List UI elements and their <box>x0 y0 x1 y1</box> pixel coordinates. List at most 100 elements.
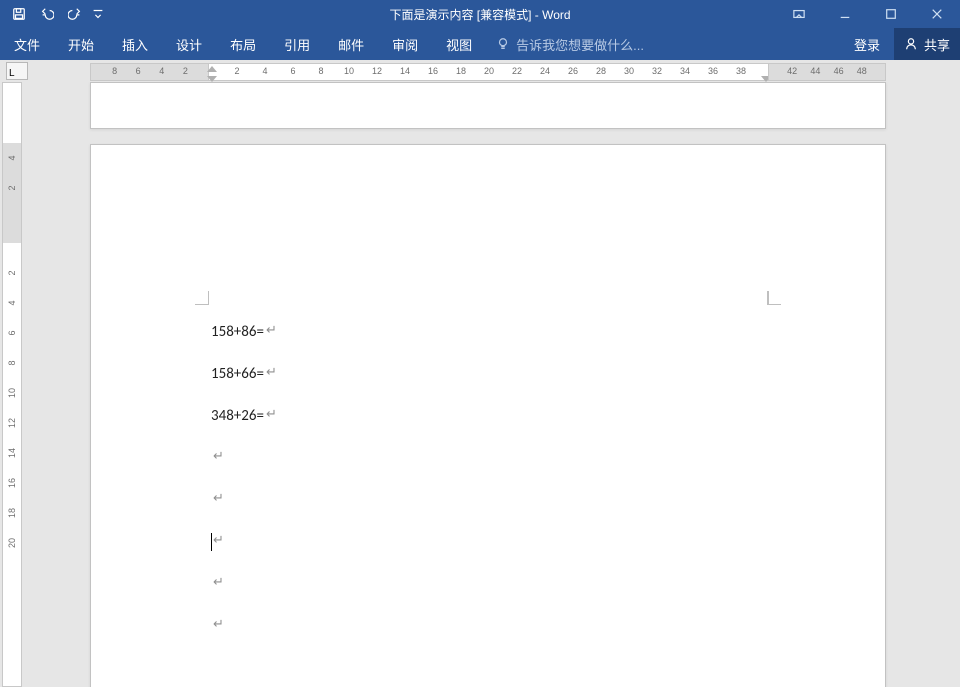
ruler-tick: 18 <box>454 66 468 76</box>
window-controls <box>776 0 960 28</box>
title-bar: 下面是演示内容 [兼容模式] - Word <box>0 0 960 28</box>
tell-me-placeholder: 告诉我您想要做什么... <box>516 35 644 54</box>
ruler-tick: 30 <box>622 66 636 76</box>
redo-button[interactable] <box>62 2 88 26</box>
ruler-tick: 16 <box>426 66 440 76</box>
person-icon <box>904 37 918 51</box>
ruler-tick: 4 <box>7 149 17 167</box>
ruler-tick: 4 <box>155 66 169 76</box>
line-text: 158+86= <box>211 323 264 341</box>
minimize-button[interactable] <box>822 0 868 28</box>
ruler-tick: 6 <box>286 66 300 76</box>
ruler-tick: 2 <box>178 66 192 76</box>
undo-button[interactable] <box>34 2 60 26</box>
margin-corner-top-right <box>767 285 787 305</box>
ribbon-tabs: 文件 开始 插入 设计 布局 引用 邮件 审阅 视图 告诉我您想要做什么... … <box>0 28 960 60</box>
document-line[interactable]: 348+26=↵ <box>211 407 277 449</box>
paragraph-mark-icon: ↵ <box>266 323 277 338</box>
ruler-tick: 2 <box>7 264 17 282</box>
ruler-tick: 12 <box>370 66 384 76</box>
ruler-tick: 42 <box>785 66 799 76</box>
maximize-button[interactable] <box>868 0 914 28</box>
sign-in-button[interactable]: 登录 <box>840 28 894 60</box>
ruler-tick: 20 <box>482 66 496 76</box>
horizontal-ruler-left-margin[interactable]: 8642 <box>90 63 210 81</box>
ruler-tick: 8 <box>314 66 328 76</box>
ruler-tick: 14 <box>7 444 17 462</box>
ruler-tick: 20 <box>7 534 17 552</box>
paragraph-mark-icon: ↵ <box>213 575 224 590</box>
tab-selector[interactable]: L <box>6 62 28 80</box>
margin-corner-top-left <box>189 285 209 305</box>
tab-file[interactable]: 文件 <box>0 28 54 60</box>
tell-me-search[interactable]: 告诉我您想要做什么... <box>486 28 654 60</box>
horizontal-ruler[interactable]: 2468101214161820222426283032343638 <box>208 63 770 81</box>
paragraph-mark-icon: ↵ <box>266 365 277 380</box>
ruler-tick: 2 <box>230 66 244 76</box>
paragraph-mark-icon: ↵ <box>213 491 224 506</box>
share-label: 共享 <box>924 35 950 54</box>
vertical-ruler[interactable]: 4 2 2 4 6 8 10 12 14 16 18 20 <box>2 82 22 687</box>
share-button[interactable]: 共享 <box>894 28 960 60</box>
first-line-indent-marker[interactable] <box>207 66 217 72</box>
text-cursor <box>211 533 212 551</box>
document-line[interactable]: ↵ <box>211 533 277 575</box>
ruler-tick: 6 <box>7 324 17 342</box>
ruler-tick: 14 <box>398 66 412 76</box>
document-body[interactable]: 158+86=↵158+66=↵348+26=↵↵↵↵↵↵ <box>211 323 277 659</box>
lightbulb-icon <box>496 37 510 51</box>
paragraph-mark-icon: ↵ <box>266 407 277 422</box>
ruler-tick: 34 <box>678 66 692 76</box>
ruler-tick: 28 <box>594 66 608 76</box>
tab-view[interactable]: 视图 <box>432 28 486 60</box>
document-line[interactable]: 158+66=↵ <box>211 365 277 407</box>
line-text: 348+26= <box>211 407 264 425</box>
quick-access-toolbar <box>0 2 106 26</box>
ruler-tick: 46 <box>832 66 846 76</box>
ruler-tick: 32 <box>650 66 664 76</box>
horizontal-ruler-right-margin[interactable]: 42 44 46 48 <box>768 63 886 81</box>
ruler-tick: 2 <box>7 179 17 197</box>
document-line[interactable]: 158+86=↵ <box>211 323 277 365</box>
ruler-tick: 8 <box>7 354 17 372</box>
ruler-tick: 38 <box>734 66 748 76</box>
document-line[interactable]: ↵ <box>211 575 277 617</box>
save-button[interactable] <box>6 2 32 26</box>
tab-review[interactable]: 审阅 <box>378 28 432 60</box>
ruler-tick: 48 <box>855 66 869 76</box>
tab-insert[interactable]: 插入 <box>108 28 162 60</box>
ruler-tick: 44 <box>808 66 822 76</box>
ruler-tick: 10 <box>7 384 17 402</box>
line-text: 158+66= <box>211 365 264 383</box>
ruler-tick: 12 <box>7 414 17 432</box>
ruler-tick: 10 <box>342 66 356 76</box>
horizontal-ruler-row: L 8642 246810121416182022242628303234363… <box>0 60 960 83</box>
tab-home[interactable]: 开始 <box>54 28 108 60</box>
paragraph-mark-icon: ↵ <box>213 449 224 464</box>
tab-design[interactable]: 设计 <box>162 28 216 60</box>
ruler-tick: 8 <box>108 66 122 76</box>
ribbon-display-options-button[interactable] <box>776 0 822 28</box>
previous-page-tail <box>90 82 886 129</box>
paragraph-mark-icon: ↵ <box>213 617 224 632</box>
paragraph-mark-icon: ↵ <box>213 533 224 548</box>
tab-mailings[interactable]: 邮件 <box>324 28 378 60</box>
document-line[interactable]: ↵ <box>211 491 277 533</box>
document-page[interactable]: 158+86=↵158+66=↵348+26=↵↵↵↵↵↵ <box>90 144 886 687</box>
ruler-tick: 4 <box>258 66 272 76</box>
ruler-tick: 36 <box>706 66 720 76</box>
close-button[interactable] <box>914 0 960 28</box>
ruler-tick: 26 <box>566 66 580 76</box>
document-area: 422468101214161820 158+86=↵158+66=↵348+2… <box>0 82 960 687</box>
ruler-tick: 18 <box>7 504 17 522</box>
tab-layout[interactable]: 布局 <box>216 28 270 60</box>
document-line[interactable]: ↵ <box>211 617 277 659</box>
qat-customize-button[interactable] <box>90 2 106 26</box>
document-line[interactable]: ↵ <box>211 449 277 491</box>
ruler-tick: 6 <box>131 66 145 76</box>
tab-references[interactable]: 引用 <box>270 28 324 60</box>
ruler-tick: 24 <box>538 66 552 76</box>
ruler-tick: 22 <box>510 66 524 76</box>
ruler-tick: 16 <box>7 474 17 492</box>
ruler-tick: 4 <box>7 294 17 312</box>
